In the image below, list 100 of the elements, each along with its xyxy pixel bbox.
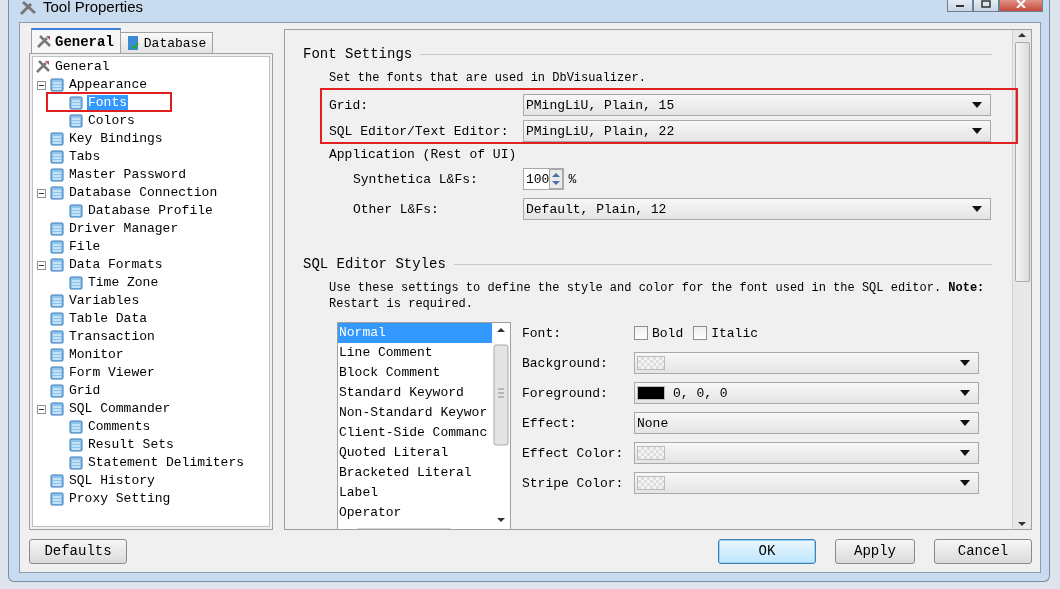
tree-item[interactable]: Comments [87,419,152,435]
list-item[interactable]: Client-Side Commanc [338,423,492,443]
color-swatch [637,476,665,490]
collapse-icon[interactable] [37,404,46,414]
page-icon [49,149,65,165]
dropdown-arrow-icon [972,206,982,212]
tree-item[interactable]: Colors [87,113,136,129]
tree-item[interactable]: Statement Delimiters [87,455,246,471]
tree-item[interactable]: Variables [68,293,141,309]
page-icon [68,455,84,471]
collapse-icon[interactable] [37,260,46,270]
dialog-button[interactable]: Cancel [934,538,1032,564]
tree-item[interactable]: Data Formats [68,257,164,273]
page-icon [49,329,65,345]
page-icon [68,95,84,111]
page-icon [49,365,65,381]
color-swatch [637,446,665,460]
checkbox[interactable]: Bold [634,325,684,341]
dialog-button[interactable]: Apply [835,538,915,564]
window-title: Tool Properties [43,0,144,14]
dropdown-arrow-icon [972,102,982,108]
tree-item[interactable]: Time Zone [87,275,160,291]
field-label: Other L&Fs: [353,201,440,217]
section-title: SQL Editor Styles [303,256,446,272]
tree-item[interactable]: Table Data [68,311,148,327]
tree-item[interactable]: Key Bindings [68,131,164,147]
dropdown-arrow-icon [972,128,982,134]
dropdown-arrow-icon [960,360,970,366]
field-label: Stripe Color: [522,475,625,491]
checkbox[interactable]: Italic [693,325,759,341]
dialog-button[interactable]: OK [718,538,816,564]
tree-item[interactable]: Transaction [68,329,156,345]
list-item[interactable]: Standard Keyword [338,383,492,403]
dropdown-arrow-icon [960,390,970,396]
tree-item[interactable]: General [54,59,111,75]
field-label: Effect Color: [522,445,625,461]
tree-item[interactable]: Result Sets [87,437,175,453]
maximize-button[interactable] [973,0,999,12]
field-label: SQL Editor/Text Editor: [329,123,510,139]
dropdown[interactable]: Default, Plain, 12 [523,198,991,220]
tree-item[interactable]: SQL Commander [68,401,172,417]
close-button[interactable] [999,0,1043,12]
tools-icon [35,59,51,75]
collapse-icon[interactable] [37,188,46,198]
list-item[interactable]: Operator [338,503,492,523]
page-icon [49,185,65,201]
dropdown[interactable]: 0, 0, 0 [634,382,979,404]
tree-item[interactable]: SQL History [68,473,156,489]
scroll-up-icon [1017,30,1027,40]
list-item[interactable]: Block Comment [338,363,492,383]
field-label: Foreground: [522,385,609,401]
page-icon [68,419,84,435]
color-swatch [637,356,665,370]
tree-item[interactable]: Monitor [68,347,125,363]
description-text: Set the fonts that are used in DbVisualizer. [329,70,647,86]
tab[interactable]: General [31,28,121,53]
dropdown-arrow-icon [960,420,970,426]
tree-item[interactable]: Form Viewer [68,365,156,381]
minimize-button[interactable] [947,0,973,12]
group-label: Application (Rest of UI) [329,147,518,162]
dropdown[interactable]: None [634,412,979,434]
tab[interactable]: Database [119,32,214,53]
tree-item[interactable]: File [68,239,102,255]
tree-item[interactable]: Driver Manager [68,221,180,237]
tree-item[interactable]: Proxy Setting [68,491,172,507]
dropdown-arrow-icon [960,480,970,486]
tree-item[interactable]: Database Profile [87,203,214,219]
page-icon [68,437,84,453]
page-icon [49,491,65,507]
tree-item[interactable]: Appearance [68,77,148,93]
dropdown[interactable]: PMingLiU, Plain, 15 [523,94,991,116]
unit-label: % [568,171,577,187]
spinner-arrows-icon [549,169,564,189]
page-icon [68,113,84,129]
collapse-icon[interactable] [37,80,46,90]
list-item[interactable]: Non-Standard Keywor [338,403,492,423]
page-icon [49,401,65,417]
field-label: Grid: [329,97,369,113]
tree-item[interactable]: Master Password [68,167,188,183]
description-text: Use these settings to define the style and color for the font used in the SQL editor. Note: Restart is required. [329,280,986,312]
section-title: Font Settings [303,46,413,62]
tree-item[interactable]: Grid [68,383,102,399]
list-item[interactable]: Quoted Literal [338,443,492,463]
scrollbar[interactable] [1012,30,1031,529]
page-icon [68,275,84,291]
page-icon [49,311,65,327]
dropdown-arrow-icon [960,450,970,456]
dialog-button[interactable]: Defaults [29,538,127,564]
tools-icon [19,0,37,16]
page-icon [49,473,65,489]
field-label: Effect: [522,415,578,431]
tree-item[interactable]: Database Connection [68,185,219,201]
scroll-down-icon [1017,519,1027,529]
close-icon [1016,0,1026,8]
dropdown[interactable]: PMingLiU, Plain, 22 [523,120,991,142]
list-item[interactable]: Bracketed Literal [338,463,492,483]
tree-item[interactable]: Tabs [68,149,102,165]
list-item[interactable]: Label [338,483,492,503]
list-item[interactable]: Line Comment [338,343,492,363]
number-spinner[interactable]: 100 [523,168,565,190]
